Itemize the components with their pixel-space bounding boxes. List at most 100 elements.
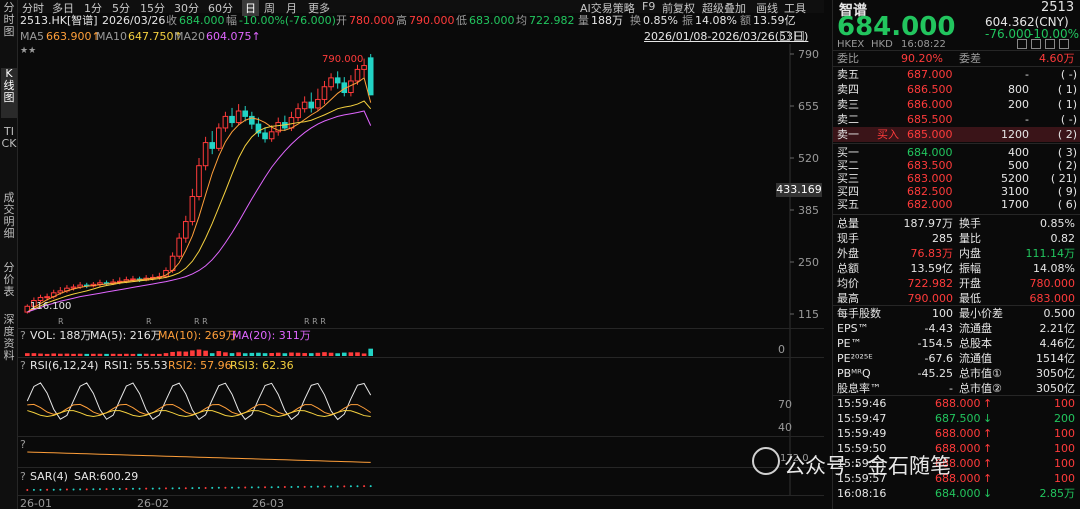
rsi-label: RSI(6,12,24): [30, 359, 99, 372]
ma20-value: 604.075↑: [206, 30, 261, 43]
stat-value: 111.14万: [1025, 247, 1076, 260]
volume-bar: [196, 349, 202, 356]
last-price: 684.000: [837, 12, 956, 42]
vol-value: 188万: [591, 14, 623, 27]
ma20-label: MA20: [174, 30, 206, 43]
sar-dot: [369, 485, 372, 488]
avg-label: 均: [516, 14, 527, 27]
fund-label: PBᴹᴿQ: [837, 367, 871, 380]
tab-price-table[interactable]: 分价表: [1, 262, 17, 302]
ma10-line: [27, 100, 372, 313]
x-label: 26-03: [252, 497, 284, 509]
sar-dot: [184, 487, 187, 490]
divider: [18, 357, 824, 358]
stat-label: 最高: [837, 292, 859, 305]
sar-dot: [138, 487, 141, 490]
bid-row-5[interactable]: 买五 682.000 1700 ( 6): [833, 197, 1080, 212]
sar-dot: [363, 485, 366, 488]
amount-label: 额: [740, 14, 751, 27]
candle-body: [209, 142, 216, 149]
stat-value: 13.59亿: [910, 262, 954, 275]
tab-depth-info[interactable]: 深度资料: [1, 314, 17, 366]
volume-bar: [328, 352, 334, 356]
quote-time: 16:08:22: [901, 39, 946, 50]
sar-dot: [250, 486, 253, 489]
volume-bar: [163, 353, 169, 356]
sar-dot: [26, 489, 29, 491]
stock-code: 2513: [1041, 0, 1075, 15]
candle-body: [189, 196, 196, 223]
tab-time-chart[interactable]: 分时图: [1, 2, 17, 38]
sar-dot: [79, 488, 82, 491]
tick-volume: 100: [1054, 397, 1075, 410]
low-label: 低: [456, 14, 467, 27]
sar-label: SAR(4): [30, 470, 68, 483]
list-icon[interactable]: [1031, 39, 1041, 49]
sar-panel-header: ? SAR(4) SAR:600.29: [18, 470, 788, 483]
stat-value: 722.982: [907, 277, 954, 290]
stat-row: 现手 285 量比 0.82: [833, 231, 1080, 246]
ma-legend: MA5 663.900↑ MA10 647.750↑ MA20 604.075↑…: [18, 30, 824, 44]
sar-dot: [349, 485, 352, 488]
panel-menu-icon[interactable]: ?: [20, 470, 26, 483]
panel-menu-icon[interactable]: ?: [20, 438, 26, 451]
volume-bar: [289, 352, 294, 356]
stat-value: 0.82: [1050, 232, 1076, 245]
volume-bar: [51, 353, 57, 356]
volume-bar: [269, 353, 274, 356]
fund-label: 总市值②: [959, 382, 1002, 395]
fund-value: 0.500: [1043, 307, 1076, 320]
ask-volume: 200: [1008, 98, 1029, 111]
volume-bars: [24, 348, 374, 356]
volume-bar: [355, 352, 360, 356]
sar-dot: [217, 486, 220, 489]
crosshair-price-label: 433.169: [776, 183, 822, 197]
tick-volume: 2.85万: [1039, 487, 1076, 500]
tab-kline[interactable]: K线图: [1, 68, 17, 118]
close-icon[interactable]: [794, 31, 804, 41]
sar-dot: [145, 487, 148, 490]
tick-row: 15:59:49 688.000 ↑ 100: [833, 426, 1080, 441]
sar-dot: [125, 487, 128, 490]
tick-dir-icon: ↓: [983, 487, 993, 500]
share-icon[interactable]: [1045, 39, 1055, 49]
tick-row: 15:59:47 687.500 ↓ 200: [833, 411, 1080, 426]
ask-count: ( -): [1060, 113, 1077, 126]
ask-volume: -: [1025, 68, 1029, 81]
stat-row: 总额 13.59亿 振幅 14.08%: [833, 261, 1080, 276]
f9-button[interactable]: F9: [642, 0, 655, 13]
tab-trade-detail[interactable]: 成交明细: [1, 192, 17, 242]
tick-price: 688.000: [935, 397, 981, 410]
left-tab-bar: 分时图 K线图 TICK 成交明细 分价表 深度资料: [0, 0, 18, 509]
ask-row-1[interactable]: 卖一 买入 685.000 1200 ( 2): [833, 127, 1080, 142]
edit-icon[interactable]: [1017, 39, 1027, 49]
more-icon[interactable]: [1059, 39, 1069, 49]
sar-dot: [72, 488, 75, 491]
vol-panel-header: ? VOL: 188万 MA(5): 216万 MA(10): 269万 MA(…: [18, 329, 788, 342]
ask-row-3[interactable]: 卖三 686.000 200 ( 1): [833, 97, 1080, 112]
panel-menu-icon[interactable]: ?: [20, 359, 26, 372]
ask-row-2[interactable]: 卖二 685.500 - ( -): [833, 112, 1080, 127]
tab-tick[interactable]: TICK: [1, 126, 17, 176]
settings-icon[interactable]: [780, 31, 790, 41]
weicha-label: 委差: [959, 52, 981, 65]
sar-dot: [151, 487, 154, 490]
ask-label: 卖五: [837, 68, 859, 81]
volume-bar: [58, 353, 63, 356]
ask-price: 686.000: [907, 98, 953, 111]
ask-row-5[interactable]: 卖五 687.000 - ( -): [833, 67, 1080, 82]
sar-dot: [231, 486, 234, 489]
ask-count: ( 1): [1057, 98, 1077, 111]
stock-terminal: 分时图 K线图 TICK 成交明细 分价表 深度资料 分时 多日 1分 5分 1…: [0, 0, 1080, 509]
stat-label: 总额: [837, 262, 859, 275]
tick-dir-icon: ↓: [983, 412, 993, 425]
ask-row-4[interactable]: 卖四 686.500 800 ( 1): [833, 82, 1080, 97]
panel-menu-icon[interactable]: ?: [20, 329, 26, 342]
bar-date: 2026/03/26: [102, 14, 166, 27]
amp-label: 振: [682, 14, 693, 27]
stat-label: 现手: [837, 232, 859, 245]
sar-dot: [343, 485, 346, 488]
sar-dot: [164, 487, 167, 490]
fund-value: -: [949, 382, 953, 395]
fund-value: -45.25: [917, 367, 953, 380]
